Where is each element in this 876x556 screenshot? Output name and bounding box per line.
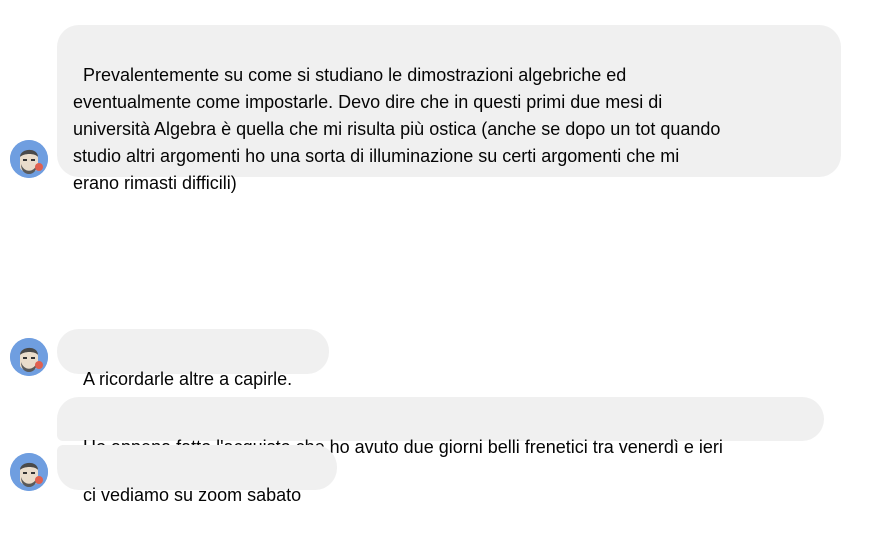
message-text: ci vediamo su zoom sabato (83, 485, 302, 505)
message-bubble[interactable]: Ho appena fatto l'acquisto che ho avuto … (57, 397, 824, 457)
message-bubble[interactable]: Prevalentemente su come si studiano le d… (57, 25, 841, 193)
sender-avatar-icon[interactable] (10, 338, 48, 376)
message-text: A ricordarle altre a capirle. (83, 369, 293, 389)
message-text: Prevalentemente su come si studiano le d… (73, 65, 721, 193)
sender-avatar-icon[interactable] (10, 453, 48, 491)
message-bubble[interactable]: A ricordarle altre a capirle. (57, 329, 329, 389)
message-bubble[interactable]: ci vediamo su zoom sabato (57, 445, 337, 505)
sender-avatar-icon[interactable] (10, 140, 48, 178)
